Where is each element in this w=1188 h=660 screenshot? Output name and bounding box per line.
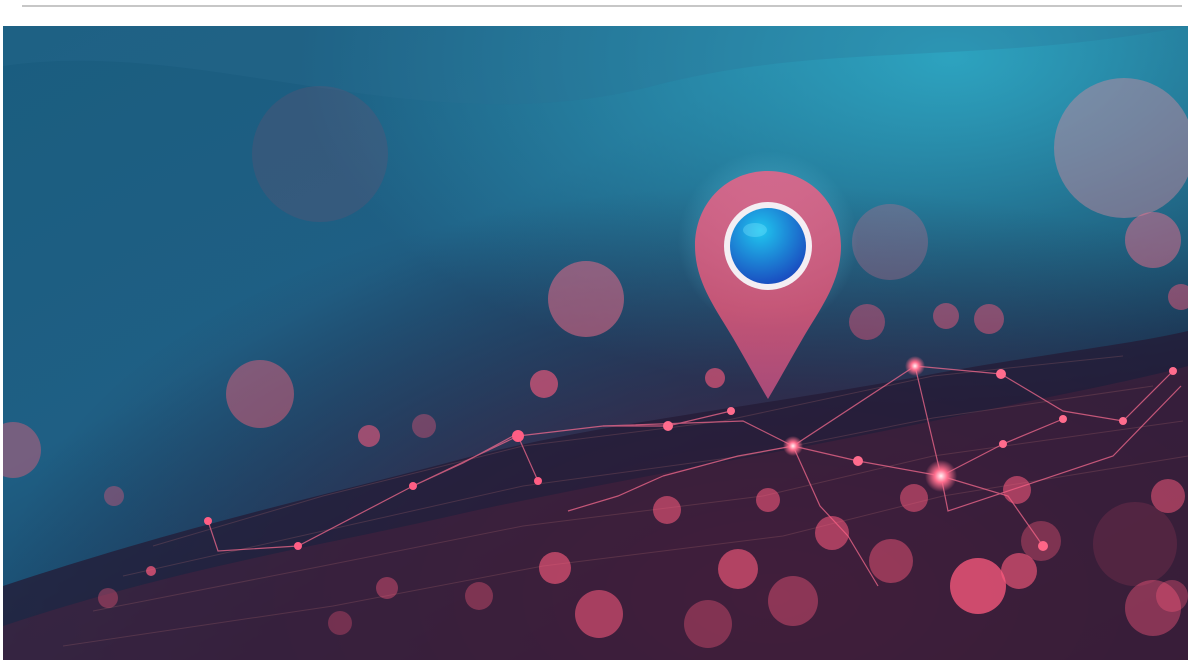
hero-image	[3, 26, 1188, 660]
network-illustration	[3, 26, 1188, 660]
page	[0, 0, 1188, 660]
top-divider	[22, 5, 1182, 7]
